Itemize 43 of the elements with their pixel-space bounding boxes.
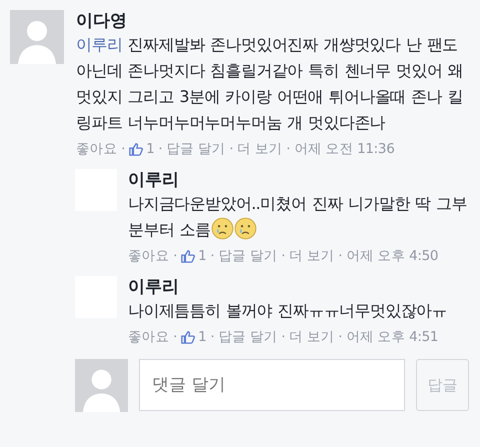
thumbs-up-icon [129,142,144,156]
crying-face-icon [234,217,256,240]
like-link[interactable]: 좋아요 [76,139,118,159]
reply-link[interactable]: 답글 달기 [166,139,226,159]
author-name[interactable]: 이다영 [76,10,468,32]
author-name[interactable]: 이루리 [128,169,468,191]
separator-dot: · [338,247,342,266]
reply-button[interactable]: 답글 [416,359,469,411]
author-name[interactable]: 이루리 [128,276,468,298]
comment-input-field[interactable]: 댓글 달기 [139,359,405,411]
mention-link[interactable]: 이루리 [76,35,122,54]
separator-dot: · [210,247,214,266]
like-count: 1 [146,140,154,159]
separator-dot: · [338,328,342,347]
more-link[interactable]: 더 보기 [289,327,334,347]
thumbs-up-icon [181,249,196,263]
avatar-silhouette-icon [10,10,64,64]
separator-dot: · [173,328,178,347]
avatar-silhouette-icon [75,359,128,412]
separator-dot: · [281,247,286,266]
separator-dot: · [229,140,234,159]
more-link[interactable]: 더 보기 [237,139,282,159]
separator-dot: · [286,140,290,159]
timestamp[interactable]: 어제 오전 11:36 [294,139,394,159]
timestamp[interactable]: 어제 오후 4:50 [346,246,438,266]
separator-dot: · [173,247,178,266]
like-count: 1 [198,247,206,266]
reply-link[interactable]: 답글 달기 [218,327,278,347]
reply-link[interactable]: 답글 달기 [218,246,278,266]
timestamp[interactable]: 어제 오후 4:51 [346,327,438,347]
separator-dot: · [281,328,286,347]
comment-text: 이루리 진짜제발봐 존나멋있어진짜 개썅멋있다 난 팬도아닌데 존나멋지다 침흘릴거같아 특히 첸너무 멋있어 왜멋있지 그리고 3분에 카이랑 어떤애 튀어나올때 존나 킬링파트 너누머누머누머누머눔 개 멋있다존나 [76,34,464,134]
more-link[interactable]: 더 보기 [289,246,334,266]
like-link[interactable]: 좋아요 [128,327,170,347]
like-count: 1 [198,328,206,347]
reply-text: 나지금다운받았어..미쳤어 진짜 니가말한 딱 그부분부터 소름 [128,193,468,242]
like-link[interactable]: 좋아요 [128,246,170,266]
thumbs-up-icon [181,330,196,344]
crying-face-icon [210,217,234,240]
separator-dot: · [158,140,162,159]
separator-dot: · [210,328,214,347]
separator-dot: · [121,140,126,159]
reply-text: 나이제틈틈히 볼꺼야 진짜ㅠㅠ너무멋있잖아ㅠ [128,300,448,322]
